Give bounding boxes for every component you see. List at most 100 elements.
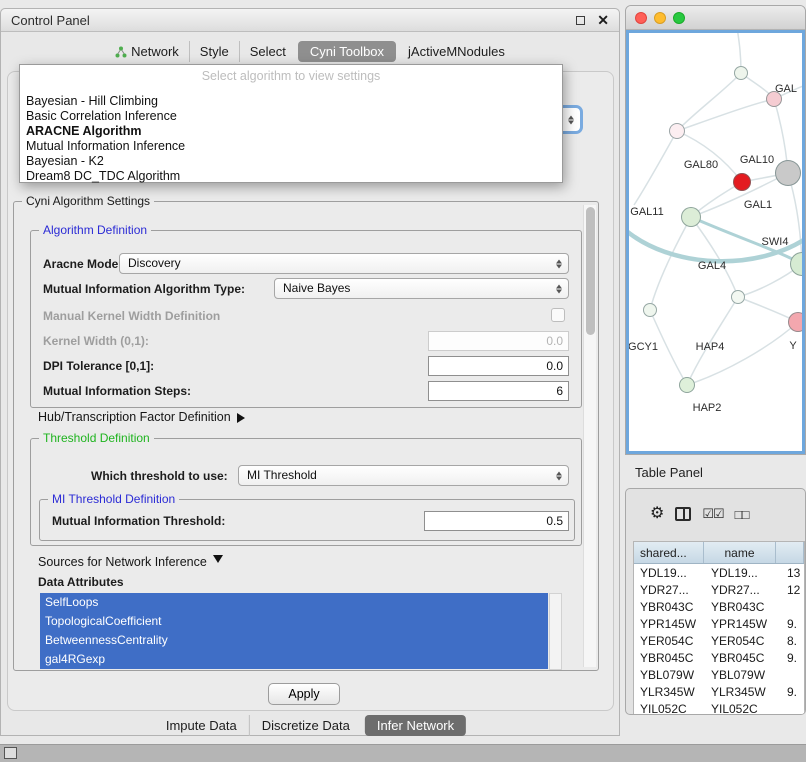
menu-item[interactable]: Bayesian - Hill Climbing — [20, 94, 562, 109]
mi-threshold-label: Mutual Information Threshold: — [52, 514, 225, 528]
data-attributes-header: Data Attributes — [38, 575, 124, 589]
node-label: GAL — [775, 83, 797, 95]
tab-network[interactable]: Network — [105, 41, 189, 62]
network-node[interactable] — [669, 123, 685, 139]
float-window-icon[interactable] — [576, 16, 585, 25]
manual-kernel-label: Manual Kernel Width Definition — [43, 309, 220, 323]
algorithm-dropdown-popup: Select algorithm to view settings Bayesi… — [19, 64, 563, 183]
sources-section-toggle[interactable]: Sources for Network Inference — [38, 555, 223, 569]
restore-window-icon[interactable] — [4, 747, 17, 759]
table-row[interactable]: YER054CYER054C8. — [634, 632, 804, 649]
table-row[interactable]: YLR345WYLR345W9. — [634, 683, 804, 700]
menu-item[interactable]: Mutual Information Inference — [20, 139, 562, 154]
table-row[interactable]: YBL079WYBL079W — [634, 666, 804, 683]
group-title: Algorithm Definition — [39, 223, 151, 237]
control-panel-window: Control Panel ✕ Network Style Select Cyn… — [0, 8, 620, 736]
combo-stepper-icon — [556, 471, 562, 480]
mi-threshold-group: MI Threshold Definition Mutual Informati… — [39, 499, 575, 541]
zoom-traffic-light-icon[interactable] — [673, 12, 685, 24]
tab-cyni-toolbox[interactable]: Cyni Toolbox — [298, 41, 396, 62]
control-panel-titlebar: Control Panel ✕ — [1, 9, 619, 32]
mi-threshold-field[interactable]: 0.5 — [424, 511, 569, 531]
combo-stepper-icon — [556, 284, 562, 293]
aracne-mode-select[interactable]: Discovery — [119, 253, 569, 274]
dpi-tolerance-label: DPI Tolerance [0,1]: — [43, 359, 154, 373]
network-node[interactable] — [788, 312, 805, 332]
node-label: GCY1 — [628, 341, 658, 353]
table-panel-title: Table Panel — [635, 465, 703, 480]
menu-item[interactable]: Bayesian - K2 — [20, 154, 562, 169]
apply-button[interactable]: Apply — [268, 683, 340, 705]
window-title: Control Panel — [11, 13, 90, 28]
list-item[interactable]: SelfLoops — [40, 593, 548, 612]
scrollbar-thumb[interactable] — [586, 207, 595, 335]
attribute-list-scrollbar[interactable] — [549, 593, 562, 670]
network-view-window: GAL GAL80 GAL10 GAL11 GAL1 SWI4 GAL4 GCY… — [625, 5, 806, 455]
tab-infer-network[interactable]: Infer Network — [365, 715, 466, 736]
cyni-mode-tabs: Impute Data Discretize Data Infer Networ… — [154, 715, 466, 736]
mi-type-select[interactable]: Naive Bayes — [274, 278, 569, 299]
column-header[interactable]: shared... — [634, 542, 704, 563]
table-row[interactable]: YBR043CYBR043C — [634, 598, 804, 615]
tab-discretize-data[interactable]: Discretize Data — [249, 715, 362, 736]
manual-kernel-checkbox[interactable] — [551, 308, 565, 322]
minimize-traffic-light-icon[interactable] — [654, 12, 666, 24]
close-traffic-light-icon[interactable] — [635, 12, 647, 24]
gear-icon[interactable]: ⚙ — [650, 506, 664, 522]
hub-tf-section-toggle[interactable]: Hub/Transcription Factor Definition — [38, 410, 250, 424]
attribute-list: SelfLoops TopologicalCoefficient Between… — [40, 593, 548, 670]
tab-jactivemnodules[interactable]: jActiveMNodules — [398, 41, 515, 62]
menu-item-selected[interactable]: ARACNE Algorithm — [20, 124, 562, 139]
select-all-checkboxes-icon[interactable]: ☑☑ — [702, 506, 723, 522]
network-node[interactable] — [681, 207, 701, 227]
group-title: Threshold Definition — [39, 431, 154, 445]
mi-steps-field[interactable]: 6 — [428, 381, 569, 401]
mi-steps-label: Mutual Information Steps: — [43, 384, 191, 398]
menu-item[interactable]: Dream8 DC_TDC Algorithm — [20, 169, 562, 184]
table-header-row: shared... name — [634, 542, 804, 564]
control-panel-tabs: Network Style Select Cyni Toolbox jActiv… — [1, 41, 619, 62]
dpi-tolerance-field[interactable]: 0.0 — [428, 356, 569, 376]
table-row[interactable]: YDL19...YDL19...13 — [634, 564, 804, 581]
table-row[interactable]: YDR27...YDR27...12 — [634, 581, 804, 598]
node-label: GAL1 — [744, 199, 772, 211]
list-item[interactable]: TopologicalCoefficient — [40, 612, 548, 631]
table-row[interactable]: YBR045CYBR045C9. — [634, 649, 804, 666]
network-node-selected-red[interactable] — [733, 173, 751, 191]
table-row[interactable]: YPR145WYPR145W9. — [634, 615, 804, 632]
list-item[interactable]: gal4RGexp — [40, 650, 548, 669]
tab-select[interactable]: Select — [239, 41, 296, 62]
tab-impute-data[interactable]: Impute Data — [154, 715, 249, 736]
group-title: Cyni Algorithm Settings — [22, 194, 154, 208]
node-label: GAL11 — [630, 206, 663, 218]
network-node[interactable] — [734, 66, 748, 80]
column-header[interactable]: name — [704, 542, 776, 563]
columns-icon[interactable] — [675, 507, 691, 521]
table-panel-window: ⚙ ☑☑ □□ shared... name YDL19...YDL19...1… — [625, 488, 806, 715]
mi-type-label: Mutual Information Algorithm Type: — [43, 282, 245, 296]
network-node[interactable] — [679, 377, 695, 393]
threshold-definition-group: Threshold Definition Which threshold to … — [30, 438, 582, 546]
algorithm-definition-group: Algorithm Definition Aracne Mode: Discov… — [30, 230, 582, 408]
network-node[interactable] — [731, 290, 745, 304]
table-row[interactable]: YIL052CYIL052C — [634, 700, 804, 715]
menu-item[interactable]: Basic Correlation Inference — [20, 109, 562, 124]
node-label: SWI4 — [762, 236, 789, 248]
network-icon — [115, 46, 127, 58]
network-node[interactable] — [775, 160, 801, 186]
table-toolbar: ⚙ ☑☑ □□ — [626, 499, 748, 529]
close-icon[interactable]: ✕ — [597, 13, 609, 27]
network-node[interactable] — [643, 303, 657, 317]
kernel-width-field[interactable]: 0.0 — [428, 331, 569, 351]
expand-arrow-icon — [237, 413, 250, 423]
node-label: GAL4 — [698, 260, 726, 272]
network-canvas[interactable]: GAL GAL80 GAL10 GAL11 GAL1 SWI4 GAL4 GCY… — [626, 30, 805, 454]
column-header[interactable] — [776, 542, 804, 563]
tab-style[interactable]: Style — [189, 41, 239, 62]
dropdown-prompt: Select algorithm to view settings — [20, 65, 562, 84]
aracne-mode-label: Aracne Mode: — [43, 257, 122, 271]
list-item[interactable]: BetweennessCentrality — [40, 631, 548, 650]
deselect-all-checkboxes-icon[interactable]: □□ — [735, 507, 749, 522]
settings-scrollbar[interactable] — [583, 205, 596, 667]
which-threshold-select[interactable]: MI Threshold — [238, 465, 569, 486]
